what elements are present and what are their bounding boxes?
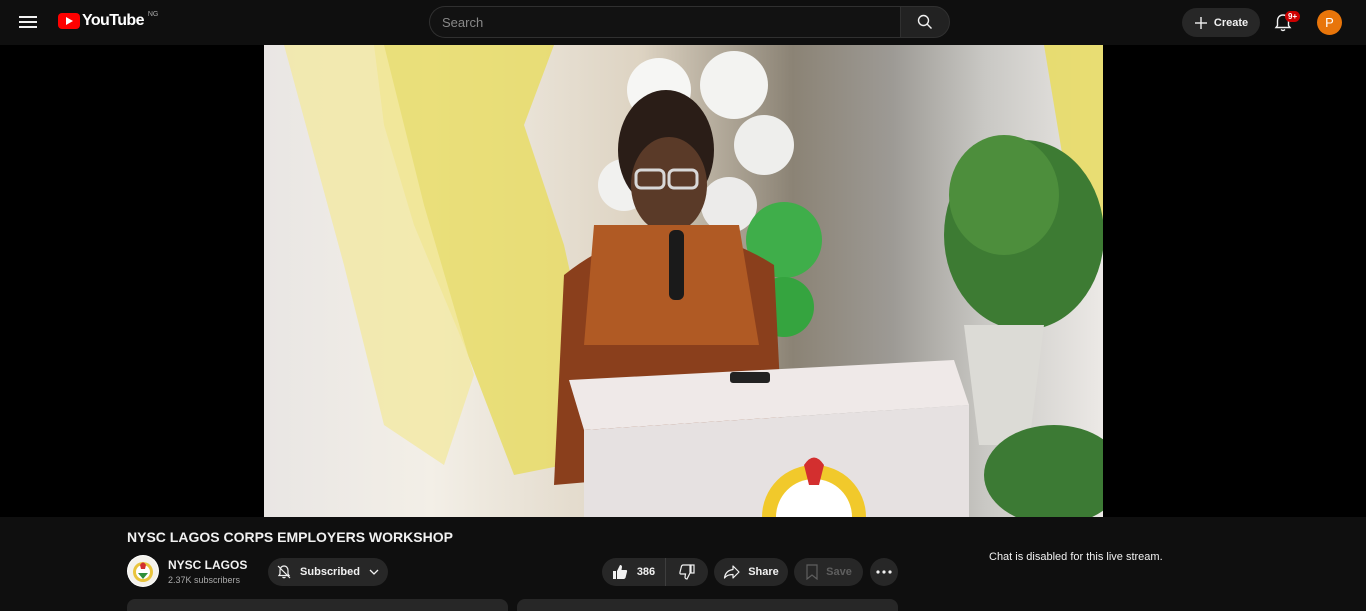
account-avatar[interactable]: P [1317,10,1342,35]
search-bar [429,6,950,38]
description-card[interactable] [127,599,508,611]
video-thumbnail-image [284,45,1103,517]
share-icon [724,565,740,579]
more-actions-button[interactable] [870,558,898,586]
like-count: 386 [636,566,656,578]
youtube-logo[interactable]: YouTube NG [58,10,159,30]
bookmark-icon [806,564,818,580]
create-label: Create [1213,16,1249,29]
chat-disabled-message: Chat is disabled for this live stream. [989,551,1163,563]
channel-avatar[interactable] [127,555,159,587]
related-card[interactable] [517,599,898,611]
like-dislike-group: 386 [602,558,708,586]
play-logo-icon [58,13,80,29]
create-button[interactable]: Create [1182,8,1260,37]
country-code: NG [147,10,159,18]
more-horizontal-icon [876,570,892,574]
channel-name[interactable]: NYSC LAGOS [168,558,247,572]
menu-icon[interactable] [18,13,38,33]
search-icon [917,14,932,29]
subscribed-label: Subscribed [300,566,360,578]
thumbs-down-icon [679,564,695,580]
share-label: Share [748,566,779,578]
subscribed-button[interactable]: Subscribed [268,558,388,586]
like-button[interactable]: 386 [602,558,666,586]
share-button[interactable]: Share [714,558,788,586]
dislike-button[interactable] [666,558,708,586]
bell-off-icon [277,565,291,579]
thumbs-up-icon [612,565,627,579]
video-player [0,45,1366,517]
logo-text: YouTube [82,12,144,29]
search-input[interactable] [429,6,900,38]
plus-icon [1194,16,1207,29]
subscriber-count: 2.37K subscribers [168,575,241,585]
video-frame[interactable] [264,45,1103,517]
top-bar: YouTube NG Create 9+ P [0,0,1366,45]
notification-badge: 9+ [1285,11,1301,22]
video-title: NYSC LAGOS CORPS EMPLOYERS WORKSHOP [127,529,453,545]
chevron-down-icon [369,569,379,575]
save-label: Save [826,566,852,578]
channel-logo-icon [128,556,158,586]
save-button[interactable]: Save [794,558,863,586]
search-button[interactable] [900,6,950,38]
